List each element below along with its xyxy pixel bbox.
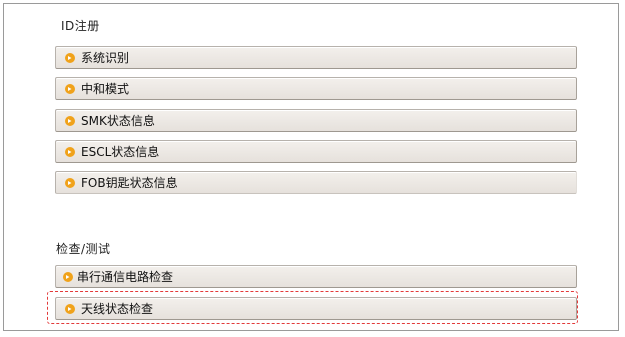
main-panel: ID注册 系统识别 中和模式 SMK状态信息 ESCL状态信息 FOB钥匙状态信… [3,3,619,331]
serial-comm-circuit-check-button[interactable]: 串行通信电路检查 [55,265,577,288]
section-title-id-registration: ID注册 [61,19,100,33]
fob-key-status-info-button[interactable]: FOB钥匙状态信息 [55,171,577,194]
button-label: FOB钥匙状态信息 [81,176,178,190]
button-label: 系统识别 [81,51,130,65]
section-title-check-test: 检查/测试 [56,242,111,256]
button-label: 串行通信电路检查 [77,270,174,284]
arrow-right-circle-icon [65,83,75,94]
arrow-right-circle-icon [65,52,75,63]
neutralize-mode-button[interactable]: 中和模式 [55,77,577,100]
arrow-right-circle-icon [65,146,75,157]
arrow-right-circle-icon [65,115,75,126]
system-identification-button[interactable]: 系统识别 [55,46,577,69]
arrow-right-circle-icon [63,271,73,282]
button-label: ESCL状态信息 [81,145,160,159]
smk-status-info-button[interactable]: SMK状态信息 [55,109,577,132]
escl-status-info-button[interactable]: ESCL状态信息 [55,140,577,163]
button-label: SMK状态信息 [81,114,155,128]
button-label: 中和模式 [81,82,130,96]
highlight-dashed-box [47,291,578,324]
arrow-right-circle-icon [65,177,75,188]
